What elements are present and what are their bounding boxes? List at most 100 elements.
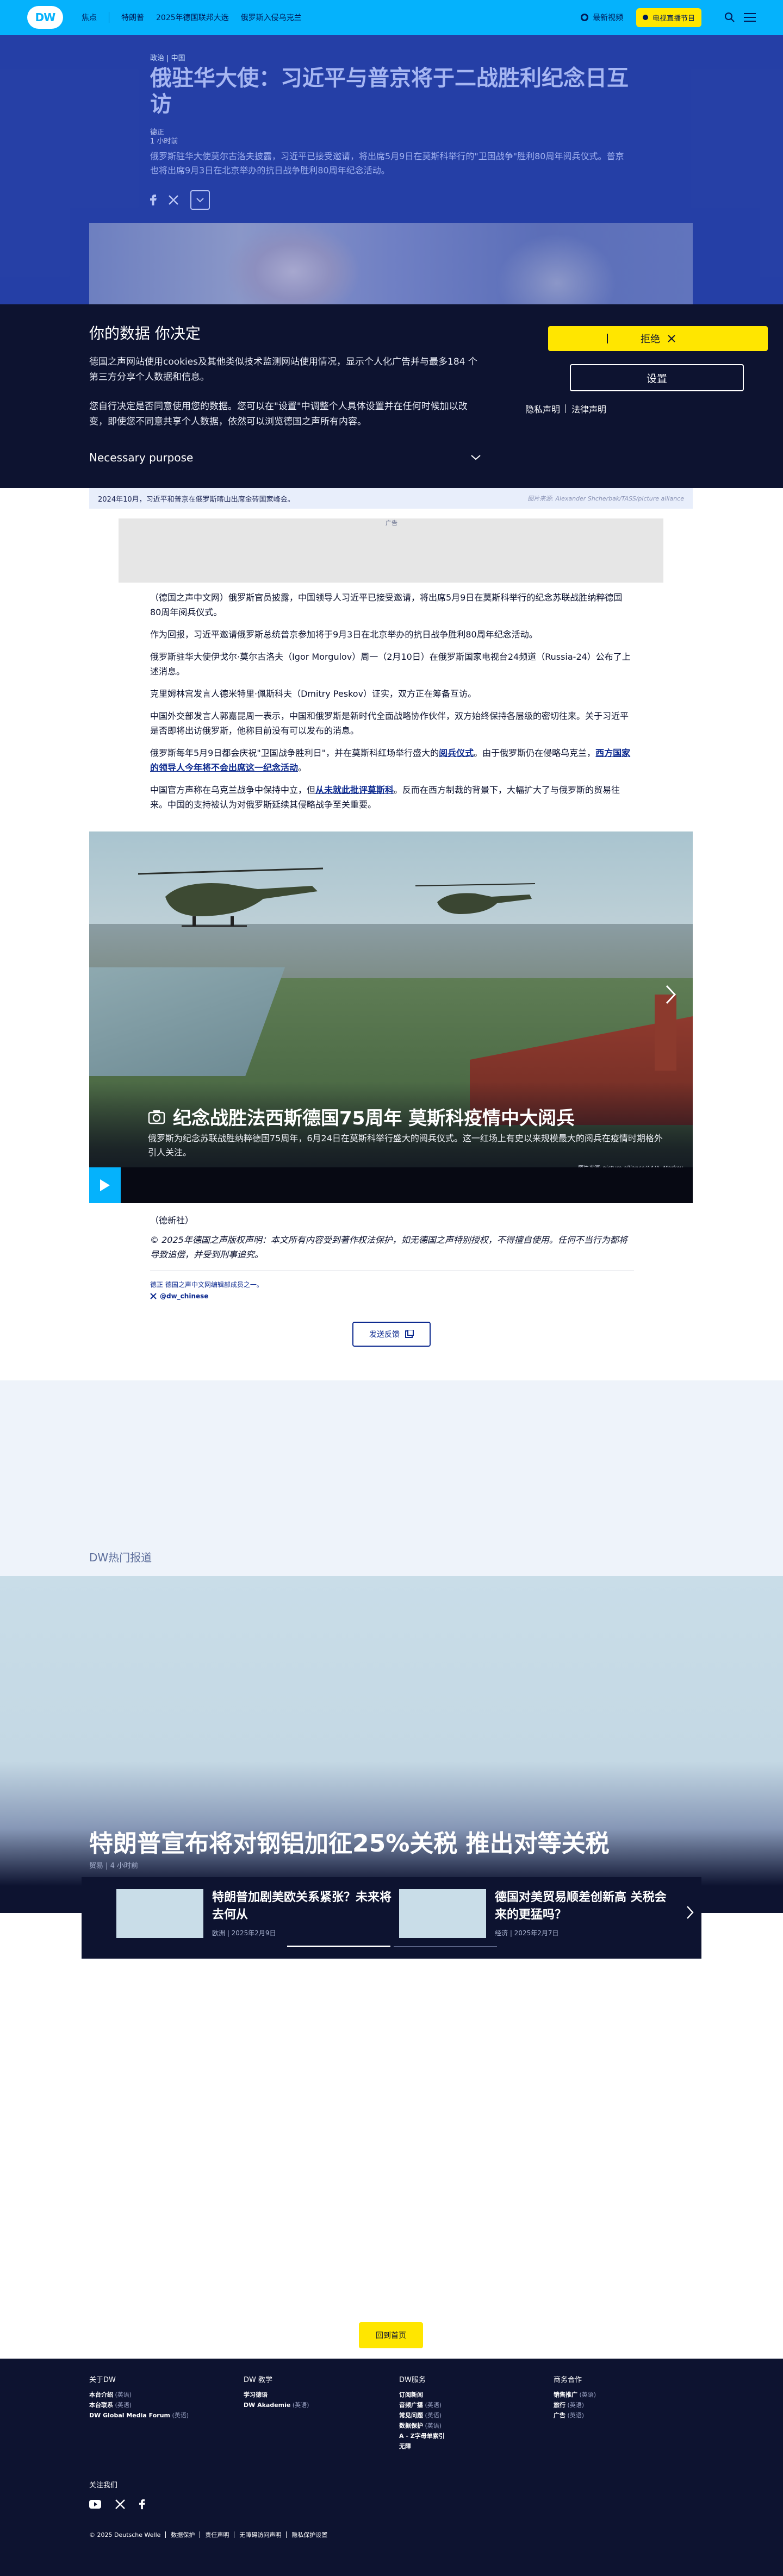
privacy-link[interactable]: 隐私声明 (525, 402, 560, 415)
footer-link[interactable]: 广告 (英语) (554, 2410, 695, 2421)
gallery-next-button[interactable] (660, 977, 682, 1012)
x-icon[interactable] (115, 2499, 125, 2509)
cookie-consent-banner: 你的数据 你决定 德国之声网站使用cookies及其他类似技术监测网站使用情况，… (0, 304, 783, 488)
reject-button[interactable]: 拒绝 (548, 326, 768, 351)
ad-label: 广告 (386, 520, 397, 527)
card-thumbnail (116, 1889, 203, 1938)
footer-link[interactable]: 本台介绍 (英语) (89, 2390, 231, 2400)
image-credit: 图片来源: Alexander Shcherbak/TASS/picture a… (527, 495, 684, 502)
footer-link[interactable]: 无障 (399, 2441, 540, 2452)
hero-image (89, 223, 693, 304)
paragraph: 克里姆林宫发言人德米特里·佩斯科夫（Dmitry Peskov）证实，双方正在筹… (150, 689, 477, 699)
featured-title[interactable]: 特朗普宣布将对钢铝加征25%关税 推出对等关税 (89, 1824, 610, 1859)
footer-link[interactable]: 数据保护 (英语) (399, 2421, 540, 2431)
breadcrumb[interactable]: 政治 | 中国 (150, 52, 185, 62)
facebook-icon[interactable] (139, 2499, 145, 2510)
footer-heading: DW 教学 (244, 2376, 272, 2384)
youtube-icon[interactable] (89, 2500, 101, 2509)
article-meta: 德正 1 小时前 (150, 128, 178, 146)
card-meta: 欧洲 | 2025年2月9日 (212, 1929, 276, 1937)
gallery-play-button[interactable] (89, 1167, 121, 1203)
legal-links: © 2025 Deutsche Welle 数据保护 责任声明 无障碍访问声明 … (89, 2530, 327, 2539)
paragraph: 作为回报，习近平邀请俄罗斯总统普京参加将于9月3日在北京举办的抗日战争胜利80周… (150, 629, 538, 640)
paragraph-text: 中国官方声称在乌克兰战争中保持中立，但 (150, 785, 316, 795)
menu-icon[interactable] (744, 13, 756, 22)
footer-col-services: DW服务 订阅新闻 音频广播 (英语) 常见问题 (英语) 数据保护 (英语) … (399, 2374, 540, 2452)
footer-link[interactable]: 订阅新闻 (399, 2390, 540, 2400)
carousel-card[interactable]: 特朗普加剧美欧关系紧张？未来将去何从 欧洲 | 2025年2月9日 (116, 1889, 391, 1938)
nav-home[interactable]: 焦点 (82, 12, 97, 23)
dw-logo[interactable]: DW (27, 6, 63, 29)
parade-link[interactable]: 阅兵仪式 (439, 748, 474, 758)
paragraph: 俄罗斯驻华大使伊戈尔·莫尔古洛夫（Igor Morgulov）周一（2月10日）… (150, 652, 631, 677)
carousel-next-button[interactable] (686, 1905, 694, 1920)
gallery-description: 俄罗斯为纪念苏联战胜纳粹德国75周年，6月24日在莫斯科举行盛大的阅兵仪式。这一… (148, 1133, 663, 1158)
author-name[interactable]: 德正 (150, 128, 178, 137)
story-carousel: 特朗普加剧美欧关系紧张？未来将去何从 欧洲 | 2025年2月9日 德国对美贸易… (82, 1877, 701, 1959)
legal-link[interactable]: 数据保护 (171, 2530, 195, 2539)
helicopter-image (415, 883, 535, 914)
handle-text: @dw_chinese (160, 1292, 209, 1300)
tv-live-button[interactable]: 电视直播节目 (636, 8, 701, 27)
paragraph: 中国外交部发言人郭嘉昆周一表示，中国和俄罗斯是新时代全面战略协作伙伴，双方始终保… (150, 711, 629, 736)
nav-item-trump[interactable]: 特朗普 (121, 12, 144, 23)
gallery-title: 纪念战胜法西斯德国75周年 莫斯科疫情中大阅兵 (148, 1103, 575, 1130)
footer-link[interactable]: 旅行 (英语) (554, 2400, 695, 2410)
x-icon[interactable] (169, 195, 178, 205)
page-title: 俄驻华大使：习近平与普京将于二战胜利纪念日互访 (150, 66, 629, 117)
footer-link[interactable]: DW Global Media Forum (英语) (89, 2410, 231, 2421)
carousel-card[interactable]: 德国对美贸易顺差创新高 关税会来的更猛吗？ 经济 | 2025年2月7日 (399, 1889, 674, 1938)
footer-link[interactable]: 本台联系 (英语) (89, 2400, 231, 2410)
footer-link[interactable]: 学习德语 (244, 2390, 385, 2400)
copyright-notice: © 2025年德国之声版权声明：本文所有内容受到著作权法保护，如无德国之声特别授… (150, 1233, 634, 1271)
article-source: （德新社） (150, 1215, 194, 1226)
article-lead: 俄罗斯驻华大使莫尔古洛夫披露，习近平已接受邀请，将出席5月9日在莫斯科举行的"卫… (150, 151, 624, 176)
never-criticized-link[interactable]: 从未就此批评莫斯科 (315, 785, 394, 795)
cookie-links: 隐私声明 法律声明 (525, 402, 606, 415)
footer-link[interactable]: 常见问题 (英语) (399, 2410, 540, 2421)
legal-link[interactable]: 法律声明 (571, 402, 606, 415)
feedback-button[interactable]: 发送反馈 (352, 1322, 431, 1347)
share-more-button[interactable] (190, 190, 210, 210)
footer-col-business: 商务合作 销售推广 (英语) 旅行 (英语) 广告 (英语) (554, 2374, 695, 2421)
latest-video-label: 最新视频 (592, 14, 623, 22)
cookie-text-1: 德国之声网站使用cookies及其他类似技术监测网站使用情况，显示个人化广告并与… (89, 357, 477, 383)
legal-link[interactable]: 隐私保护设置 (291, 2530, 327, 2539)
hot-section-label: DW热门报道 (89, 1551, 152, 1564)
close-icon (668, 335, 675, 342)
nav-item-election[interactable]: 2025年德国联邦大选 (156, 12, 229, 23)
back-to-top-button[interactable]: 回到首页 (359, 2322, 423, 2348)
article-footer: （德新社） © 2025年德国之声版权声明：本文所有内容受到著作权法保护，如无德… (150, 1213, 634, 1300)
footer: 关于DW 本台介绍 (英语) 本台联系 (英语) DW Global Media… (0, 2359, 783, 2576)
feedback-icon (405, 1330, 414, 1339)
footer-link[interactable]: 销售推广 (英语) (554, 2390, 695, 2400)
paragraph-text: 。由于俄罗斯仍在侵略乌克兰， (474, 748, 596, 758)
gallery-control-bar (89, 1167, 693, 1203)
top-bar: DW 焦点 特朗普 2025年德国联邦大选 俄罗斯入侵乌克兰 最新视频 电视直播… (0, 0, 783, 35)
search-icon[interactable] (724, 12, 735, 23)
paragraph: 中国官方声称在乌克兰战争中保持中立，但从未就此批评莫斯科。反而在西方制裁的背景下… (150, 783, 631, 812)
footer-link[interactable]: A - Z字母单索引 (399, 2431, 540, 2441)
footer-col-about: 关于DW 本台介绍 (英语) 本台联系 (英语) DW Global Media… (89, 2374, 231, 2421)
necessary-purpose-toggle[interactable]: Necessary purpose (89, 451, 481, 464)
settings-button[interactable]: 设置 (570, 364, 744, 391)
author-note: 德正 德国之声中文网编辑部成员之一。 (150, 1281, 263, 1289)
legal-link[interactable]: 责任声明 (205, 2530, 229, 2539)
main-nav: 焦点 特朗普 2025年德国联邦大选 俄罗斯入侵乌克兰 (82, 12, 314, 23)
nav-item-ukraine[interactable]: 俄罗斯入侵乌克兰 (241, 12, 302, 23)
feedback-label: 发送反馈 (369, 1330, 400, 1339)
photo-gallery[interactable]: 纪念战胜法西斯德国75周年 莫斯科疫情中大阅兵 俄罗斯为纪念苏联战胜纳粹德国75… (89, 831, 693, 1203)
paragraph-text: 俄罗斯每年5月9日都会庆祝"卫国战争胜利日"，并在莫斯科红场举行盛大的 (150, 748, 439, 758)
ad-slot[interactable] (119, 518, 663, 583)
footer-link[interactable]: 音频广播 (英语) (399, 2400, 540, 2410)
latest-video-link[interactable]: 最新视频 (580, 12, 623, 23)
author-handle[interactable]: @dw_chinese (150, 1292, 634, 1300)
tv-dot-icon (642, 15, 648, 20)
paragraph-text: 。 (298, 762, 307, 773)
legal-link[interactable]: 无障碍访问声明 (239, 2530, 281, 2539)
facebook-icon[interactable] (150, 195, 157, 205)
featured-meta: 贸易 | 4 小时前 (89, 1862, 139, 1870)
necessary-purpose-label: Necessary purpose (89, 451, 194, 464)
cookie-text-2: 您自行决定是否同意使用您的数据。您可以在"设置"中调整个人具体设置并在任何时候加… (89, 401, 468, 427)
footer-link[interactable]: DW Akademie (英语) (244, 2400, 385, 2410)
